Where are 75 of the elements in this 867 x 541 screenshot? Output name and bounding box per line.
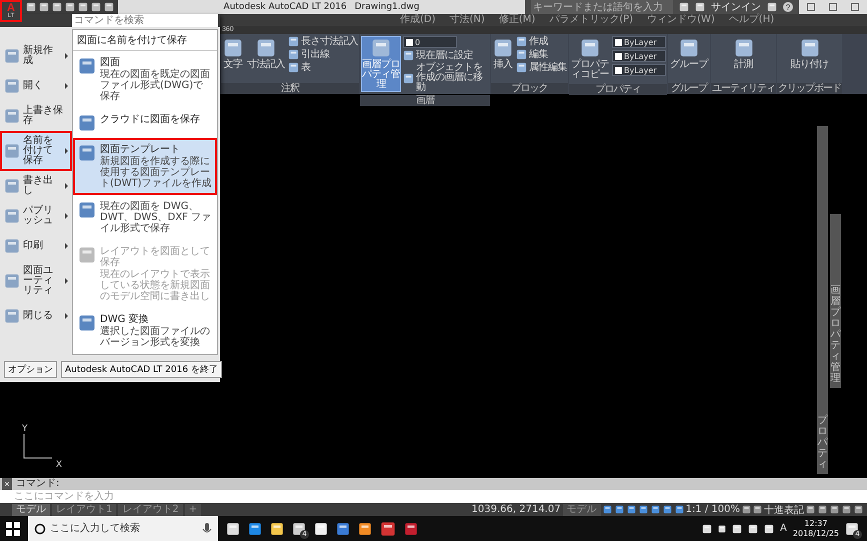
units-selector[interactable]: 十進表記 — [764, 502, 804, 516]
pane-title: 図面に名前を付けて保存 — [73, 30, 217, 51]
panel-title: クリップボード — [777, 83, 842, 94]
menu-option[interactable]: 図面 現在の図面を既定の図面ファイル形式(DWG)で保存 — [73, 51, 217, 108]
menu-item[interactable]: 名前を付けて保存 — [0, 131, 72, 171]
menu-item[interactable]: 書き出し — [0, 171, 72, 201]
swatch-icon — [406, 38, 413, 46]
ribbon-small-button[interactable]: 編集 — [516, 49, 567, 60]
panel-title: グループ — [668, 83, 710, 94]
close-button[interactable]: × — [2, 478, 12, 490]
palette-bar[interactable]: 画層プロパティ管理 — [830, 214, 841, 388]
panel-title: プロパティ — [569, 84, 667, 95]
dropdown[interactable]: ByLayer — [612, 36, 666, 48]
annotation-scale[interactable]: 1:1 / 100% — [686, 504, 740, 515]
menu-item[interactable]: 寸法(N) — [450, 14, 485, 26]
menu-item[interactable]: 開く — [0, 71, 72, 101]
swatch-icon — [615, 66, 622, 74]
dropdown[interactable]: ByLayer — [612, 64, 666, 76]
menu-item[interactable]: 上書き保存 — [0, 101, 72, 131]
ribbon-small-button[interactable]: オブジェクトを作成の画層に移動 — [403, 63, 489, 93]
ribbon-button[interactable]: グループ — [669, 36, 709, 72]
menu-option[interactable]: クラウドに図面を保存 — [73, 108, 217, 138]
panel-title: 画層 — [360, 95, 490, 106]
microphone-icon[interactable] — [202, 523, 212, 535]
menu-item[interactable]: ヘルプ(H) — [728, 14, 774, 26]
dropdown[interactable]: ByLayer — [612, 50, 666, 62]
ribbon-small-button[interactable]: 引出線 — [288, 49, 358, 60]
ribbon-button[interactable]: 寸法記入 — [246, 36, 286, 72]
menu-item[interactable]: 作成(D) — [400, 14, 436, 26]
command-label: コマンド: — [16, 478, 60, 490]
ribbon-button[interactable]: 挿入 — [492, 36, 514, 72]
menu-item[interactable]: パラメトリック(P) — [549, 14, 634, 26]
swatch-icon — [615, 52, 622, 60]
command-search-field[interactable]: コマンドを検索 — [72, 14, 218, 27]
taskbar-search-field[interactable]: ここに入力して検索 — [28, 516, 218, 541]
menu-item[interactable]: 修正(M) — [498, 14, 536, 26]
ribbon-button[interactable]: プロパティコピー — [570, 36, 610, 82]
panel-title: ブロック — [491, 83, 568, 94]
command-input-field[interactable]: ここにコマンドを入力 — [0, 490, 867, 503]
help-button[interactable]: ? — [783, 2, 793, 12]
menu-item[interactable]: ウィンドウ(W) — [647, 14, 715, 26]
ribbon-small-button[interactable]: 作成 — [516, 36, 567, 47]
menu-item[interactable]: 新規作成 — [0, 41, 72, 71]
ribbon-button[interactable]: 貼り付け — [790, 36, 830, 72]
ribbon-button[interactable]: 計測 — [732, 36, 754, 72]
menu-option[interactable]: 現在の図面を DWG、DWT、DWS、DXF ファイル形式で保存 — [73, 195, 217, 240]
ribbon-small-button[interactable]: 表 — [288, 62, 358, 73]
ime-indicator[interactable]: A — [780, 523, 787, 534]
ribbon-small-button[interactable]: 現在層に設定 — [403, 50, 489, 61]
layout-tab[interactable]: モデル — [12, 504, 50, 516]
menu-footer-button[interactable]: Autodesk AutoCAD LT 2016 を終了 — [61, 361, 222, 378]
menu-item[interactable]: パブリッシュ — [0, 201, 72, 231]
ribbon-button[interactable]: 文字 — [222, 36, 244, 72]
menu-item[interactable]: 図面ユーティリティ — [0, 261, 72, 301]
search-icon — [34, 523, 46, 535]
menu-item[interactable]: 印刷 — [0, 231, 72, 261]
ribbon-small-button[interactable]: 属性編集 — [516, 62, 567, 73]
ribbon-small-button[interactable]: 長さ寸法記入 — [288, 36, 358, 47]
panel-title: ユーティリティ — [711, 83, 776, 94]
menu-option[interactable]: DWG 変換 選択した図面ファイルのバージョン形式を変換 — [73, 308, 217, 354]
menu-footer-button[interactable]: オプション — [4, 361, 57, 378]
dropdown[interactable]: 0 — [403, 36, 457, 48]
sign-in-link[interactable]: サインイン — [711, 0, 761, 14]
coordinates: 1039.66, 2714.07 — [472, 504, 561, 515]
keyword-search-field[interactable]: キーワードまたは語句を入力 — [531, 0, 673, 14]
ribbon-button[interactable]: 画層プロパティ管理 — [361, 36, 401, 92]
document-name: Drawing1.dwg — [354, 2, 420, 12]
menu-option[interactable]: 図面テンプレート 新規図面を作成する際に使用する図面テンプレート(DWT)ファイルを作成 — [73, 138, 217, 195]
clock[interactable]: 12:37 2018/12/25 — [792, 518, 839, 538]
panel-title: 注釈 — [221, 83, 359, 94]
swatch-icon — [615, 38, 622, 46]
window-title: Autodesk AutoCAD LT 2016 — [224, 2, 347, 12]
start-icon[interactable] — [6, 522, 20, 536]
palette-bar[interactable]: プロパティ — [817, 126, 828, 474]
menu-item[interactable]: 閉じる — [0, 301, 72, 331]
